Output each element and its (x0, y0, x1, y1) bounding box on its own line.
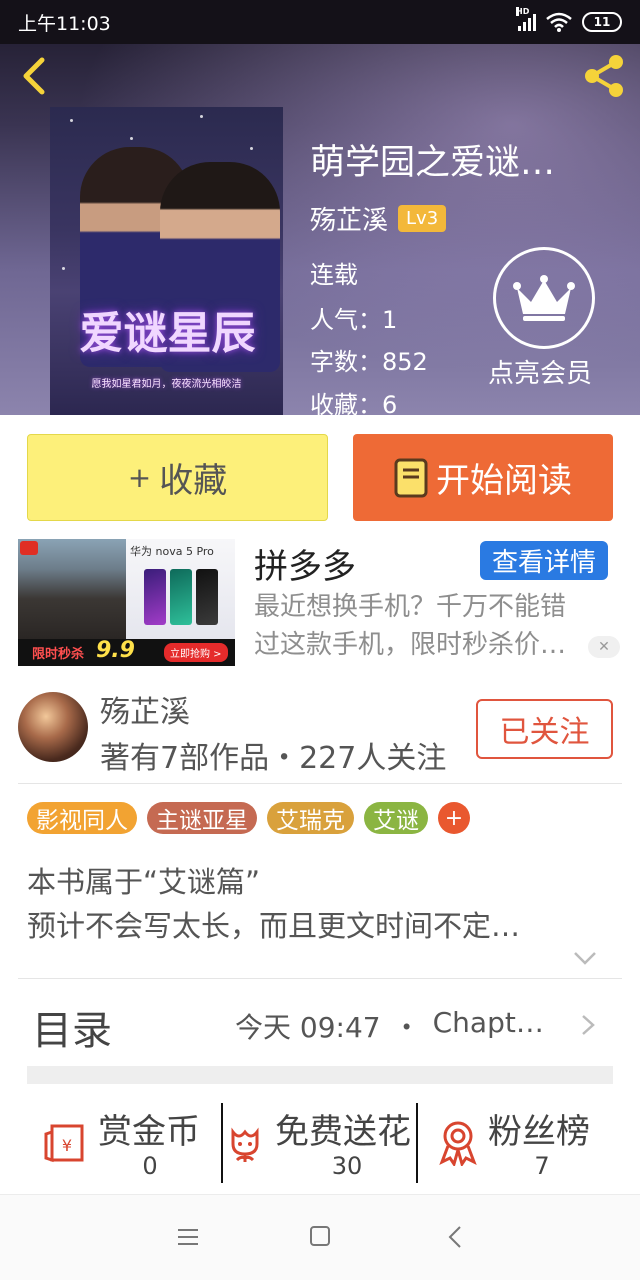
book-favorites-count: 收藏：6 (310, 391, 398, 415)
pinduoduo-logo (20, 541, 38, 555)
phone-image (170, 569, 192, 625)
divider (18, 783, 622, 784)
favorite-label: 收藏 (159, 461, 228, 501)
ad-sale-label: 限时秒杀 (32, 647, 85, 662)
book-popularity: 人气：1 (310, 306, 398, 334)
plus-icon: + (127, 461, 152, 494)
follow-button[interactable]: 已关注 (476, 699, 613, 759)
reward-coins-button[interactable]: ¥ 赏金币 0 (40, 1100, 220, 1190)
ad-buy-button: 立即抢购 > (164, 643, 228, 662)
ad-close-button[interactable]: ✕ (588, 636, 620, 658)
more-tags-button[interactable]: + (438, 802, 470, 834)
ad-image[interactable]: 华为 nova 5 Pro 限时秒杀 9.9 立即抢购 > (18, 539, 235, 666)
tag-item[interactable]: 影视同人 (27, 802, 137, 834)
chevron-right-icon[interactable] (580, 1013, 596, 1037)
book-icon (394, 458, 428, 497)
wifi-icon (546, 12, 572, 32)
tag-item[interactable]: 艾谜 (364, 802, 428, 834)
book-intro[interactable]: 本书属于“艾谜篇” 预计不会写太长，而且更文时间不定… (27, 860, 520, 948)
red-envelope-icon: ¥ (44, 1124, 84, 1163)
share-icon[interactable] (580, 52, 628, 100)
catalog-latest-chapter: Chapt… (432, 1006, 544, 1039)
medal-icon (439, 1121, 477, 1166)
back-arrow-icon[interactable] (14, 54, 54, 98)
catalog-separator: ・ (392, 1011, 421, 1044)
fan-ranking-button[interactable]: 粉丝榜 7 (436, 1100, 616, 1190)
ad-detail-button[interactable]: 查看详情 (480, 541, 608, 580)
reward-coins-count: 0 (142, 1152, 158, 1180)
send-flowers-count: 30 (331, 1152, 363, 1180)
intro-line: 本书属于“艾谜篇” (27, 865, 261, 899)
menu-icon[interactable] (177, 1228, 199, 1246)
signal-icon: HD (516, 7, 536, 31)
ad-description-line: 最近想换手机？千万不能错 (254, 592, 567, 622)
svg-text:¥: ¥ (62, 1136, 72, 1155)
tag-list: 影视同人 主谜亚星 艾瑞克 艾谜 + (27, 802, 470, 834)
tag-item[interactable]: 主谜亚星 (147, 802, 257, 834)
ad-description-line: 过这款手机，限时秒杀价… (254, 630, 567, 660)
book-header: 爱谜星辰 愿我如星君如月，夜夜流光相皎洁 萌学园之爱谜… 殇芷溪 Lv3 连载 … (0, 0, 640, 415)
vip-button[interactable] (493, 247, 595, 349)
divider (18, 978, 622, 979)
book-cover-image[interactable]: 爱谜星辰 愿我如星君如月，夜夜流光相皎洁 (50, 107, 283, 415)
vip-label[interactable]: 点亮会员 (488, 353, 592, 390)
section-separator (27, 1066, 613, 1084)
network-type-label: HD (516, 7, 530, 16)
status-icons: HD 11 (516, 7, 622, 35)
start-reading-label: 开始阅读 (436, 461, 572, 501)
ad-price: 9.9 (96, 638, 135, 663)
favorite-button[interactable]: + 收藏 (27, 434, 328, 521)
book-author[interactable]: 殇芷溪 (310, 200, 388, 237)
ad-image-brand: 华为 nova 5 Pro (130, 545, 214, 558)
author-name[interactable]: 殇芷溪 (100, 687, 190, 731)
catalog-latest[interactable]: 今天 09:47 ・ Chapt… (235, 1006, 544, 1046)
stat-divider (416, 1103, 418, 1183)
start-reading-button[interactable]: 开始阅读 (353, 434, 613, 521)
book-title: 萌学园之爱谜… (310, 143, 556, 183)
crown-icon (513, 275, 575, 321)
status-time: 上午11:03 (18, 13, 111, 35)
phone-image (196, 569, 218, 625)
battery-icon: 11 (582, 12, 622, 32)
send-flowers-label: 免费送花 (275, 1112, 411, 1152)
catalog-updated-time: 今天 09:47 (235, 1011, 381, 1044)
flower-icon (231, 1127, 259, 1162)
cover-subtitle: 愿我如星君如月，夜夜流光相皎洁 (91, 379, 242, 390)
level-badge: Lv3 (398, 205, 447, 232)
cover-title: 爱谜星辰 (79, 308, 256, 359)
fan-ranking-count: 7 (534, 1152, 550, 1180)
ad-title[interactable]: 拼多多 (254, 539, 356, 588)
intro-line: 预计不会写太长，而且更文时间不定… (27, 909, 521, 943)
reward-coins-label: 赏金币 (98, 1112, 200, 1152)
home-icon[interactable] (310, 1226, 330, 1246)
fan-ranking-label: 粉丝榜 (488, 1112, 590, 1152)
status-bar: 上午11:03 HD 11 (0, 0, 640, 44)
author-stats: 著有7部作品・227人关注 (100, 741, 447, 776)
stat-divider (221, 1103, 223, 1183)
chevron-down-icon[interactable] (572, 950, 598, 966)
author-row: 殇芷溪 Lv3 (310, 200, 447, 237)
catalog-label[interactable]: 目录 (32, 998, 112, 1056)
phone-image (144, 569, 166, 625)
avatar[interactable] (18, 692, 88, 762)
book-status: 连载 (310, 261, 358, 289)
system-back-icon[interactable] (448, 1225, 462, 1249)
book-word-count: 字数：852 (310, 348, 428, 376)
tag-item[interactable]: 艾瑞克 (267, 802, 354, 834)
ad-description[interactable]: 最近想换手机？千万不能错 过这款手机，限时秒杀价… (254, 588, 640, 664)
send-flowers-button[interactable]: 免费送花 30 (225, 1100, 417, 1190)
